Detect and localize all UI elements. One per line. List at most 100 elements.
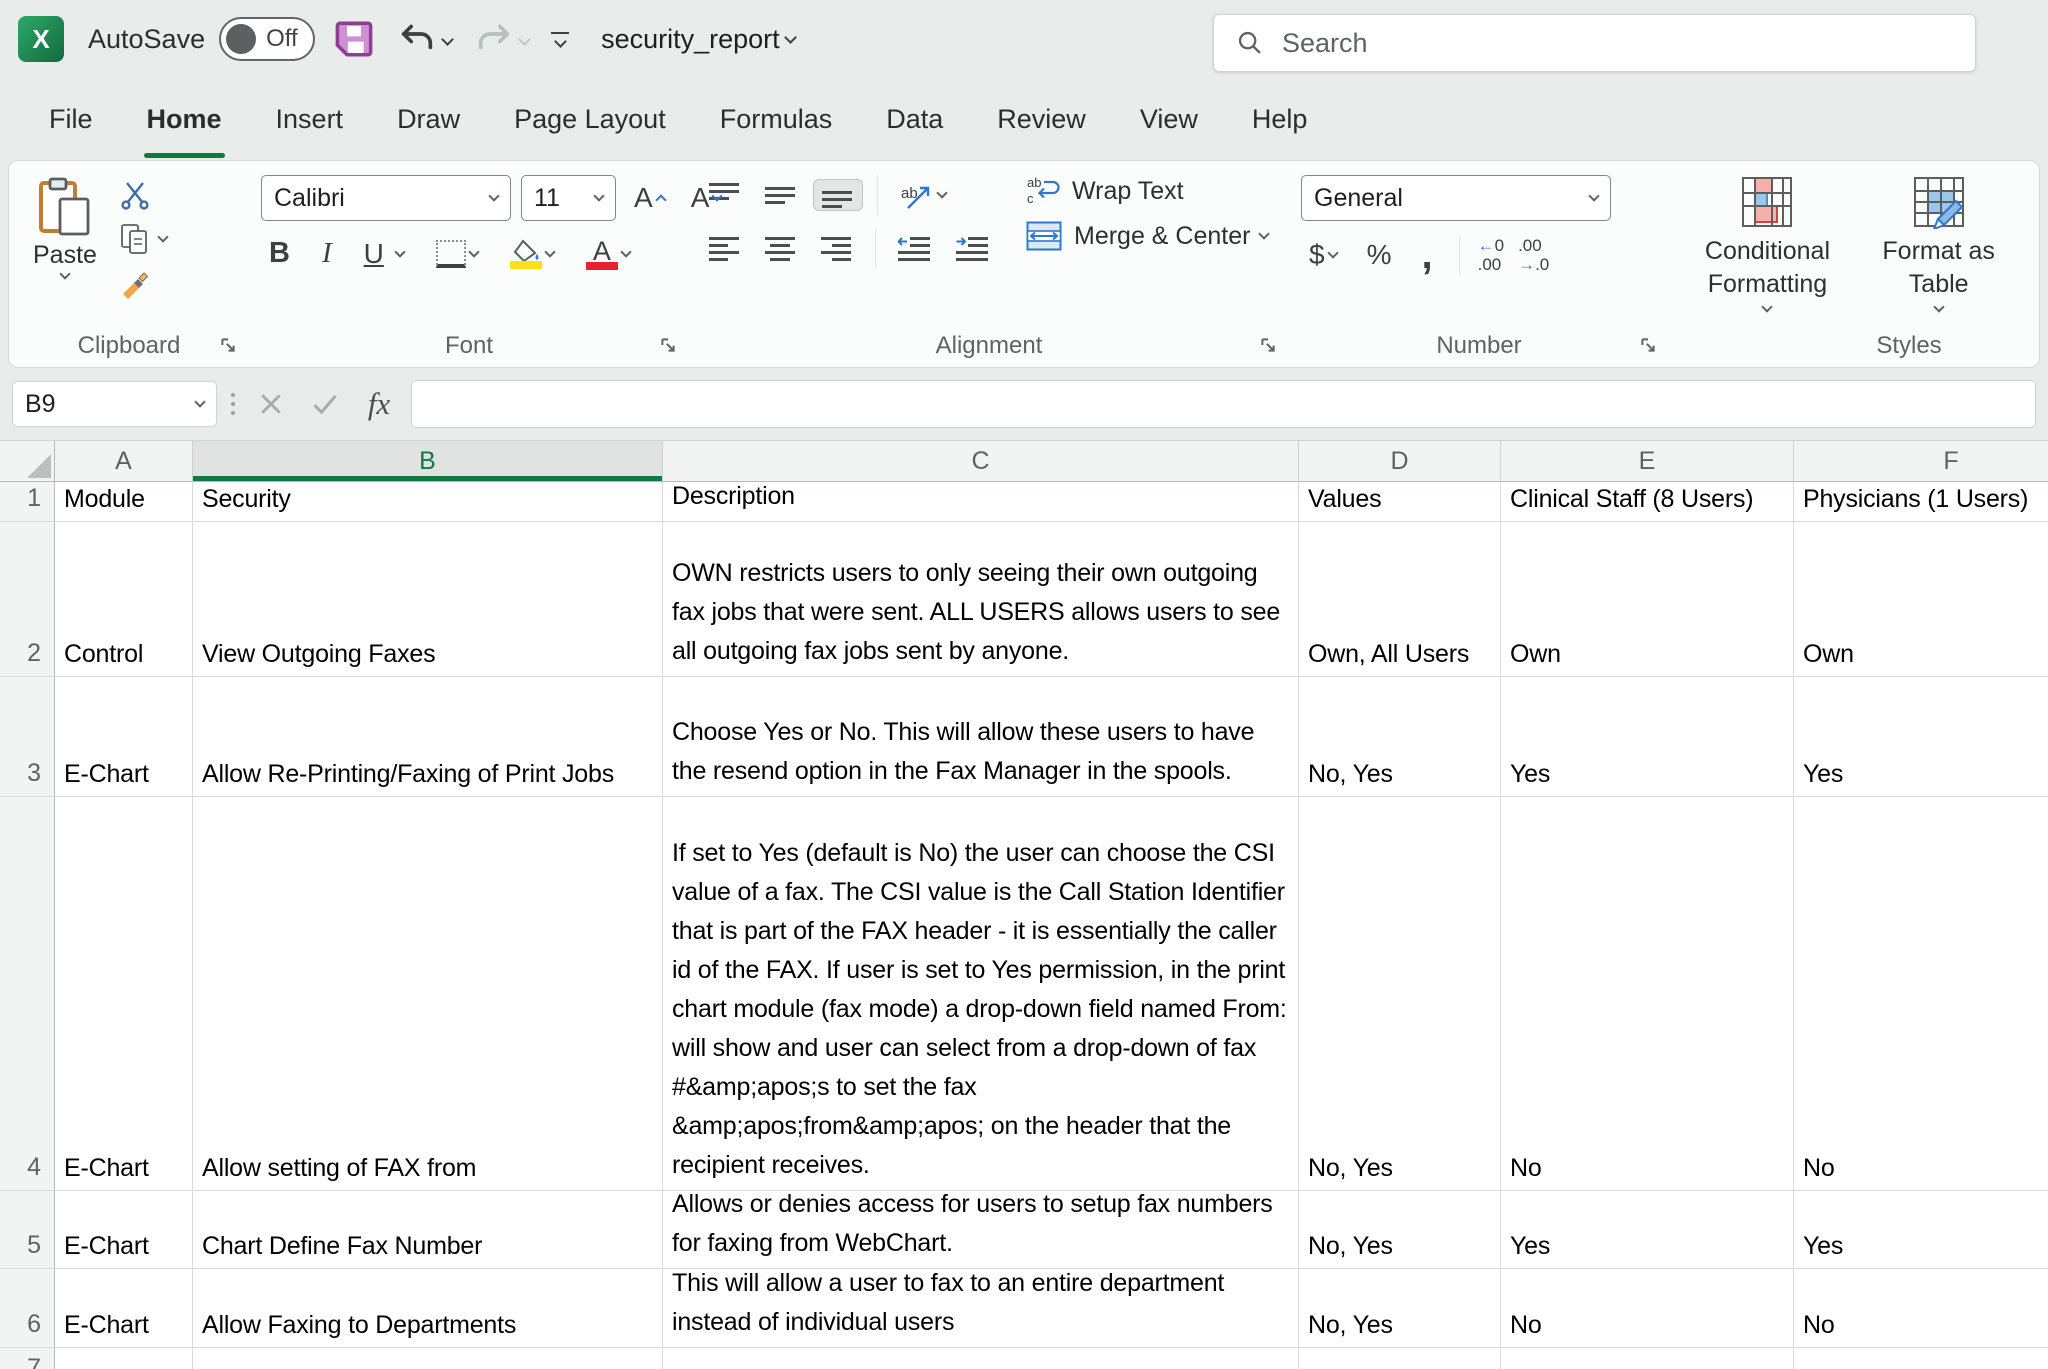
workbook-title[interactable]: security_report bbox=[601, 24, 795, 55]
number-dialog-launcher[interactable] bbox=[1639, 336, 1657, 357]
underline-button[interactable]: U bbox=[356, 236, 412, 272]
cell-E1[interactable]: Clinical Staff (8 Users) bbox=[1501, 482, 1794, 522]
search-input[interactable]: Search bbox=[1213, 14, 1976, 72]
cell-C4[interactable]: If set to Yes (default is No) the user c… bbox=[663, 797, 1299, 1191]
borders-button[interactable] bbox=[428, 238, 486, 270]
column-header-B[interactable]: B bbox=[193, 441, 663, 482]
autosave-toggle[interactable]: Off bbox=[219, 17, 315, 61]
copy-button[interactable] bbox=[119, 223, 167, 255]
tab-formulas[interactable]: Formulas bbox=[693, 78, 860, 160]
cell-D4[interactable]: No, Yes bbox=[1299, 797, 1501, 1191]
save-button[interactable] bbox=[329, 14, 379, 64]
font-dialog-launcher[interactable] bbox=[659, 336, 677, 357]
row-header-6[interactable]: 6 bbox=[0, 1269, 55, 1348]
align-top-button[interactable] bbox=[701, 180, 749, 210]
enter-button[interactable] bbox=[303, 382, 347, 426]
cell-A6[interactable]: E-Chart bbox=[55, 1269, 193, 1348]
increase-font-size-button[interactable]: A bbox=[626, 180, 673, 216]
align-right-button[interactable] bbox=[813, 234, 861, 264]
cell-C3[interactable]: Choose Yes or No. This will allow these … bbox=[663, 677, 1299, 797]
tab-page-layout[interactable]: Page Layout bbox=[487, 78, 693, 160]
tab-help[interactable]: Help bbox=[1225, 78, 1335, 160]
format-painter-button[interactable] bbox=[119, 267, 167, 299]
cell-B3[interactable]: Allow Re-Printing/Faxing of Print Jobs bbox=[193, 677, 663, 797]
cell-A2[interactable]: Control bbox=[55, 522, 193, 677]
cell-B4[interactable]: Allow setting of FAX from bbox=[193, 797, 663, 1191]
row-header-1[interactable]: 1 bbox=[0, 482, 55, 522]
cell-D1[interactable]: Values bbox=[1299, 482, 1501, 522]
cell-F3[interactable]: Yes bbox=[1794, 677, 2048, 797]
increase-indent-button[interactable] bbox=[948, 234, 998, 264]
cell-E3[interactable]: Yes bbox=[1501, 677, 1794, 797]
bold-button[interactable]: B bbox=[261, 235, 298, 272]
decrease-decimal-button[interactable]: .00→.0 bbox=[1518, 236, 1549, 274]
cell-A1[interactable]: Module bbox=[55, 482, 193, 522]
row-header-3[interactable]: 3 bbox=[0, 677, 55, 797]
wrap-text-button[interactable]: ab c Wrap Text bbox=[1026, 175, 1268, 207]
italic-button[interactable]: I bbox=[314, 235, 340, 272]
align-middle-button[interactable] bbox=[757, 180, 805, 210]
orientation-button[interactable]: ab bbox=[892, 178, 954, 212]
formula-input[interactable] bbox=[411, 380, 2036, 428]
number-format-select[interactable]: General bbox=[1301, 175, 1611, 221]
cell-F4[interactable]: No bbox=[1794, 797, 2048, 1191]
cell-F2[interactable]: Own bbox=[1794, 522, 2048, 677]
cell-A4[interactable]: E-Chart bbox=[55, 797, 193, 1191]
tab-data[interactable]: Data bbox=[859, 78, 970, 160]
cell-B1[interactable]: Security bbox=[193, 482, 663, 522]
cut-button[interactable] bbox=[119, 179, 167, 211]
cell-B5[interactable]: Chart Define Fax Number bbox=[193, 1191, 663, 1269]
quick-access-overflow-button[interactable] bbox=[547, 28, 573, 51]
row-header-4[interactable]: 4 bbox=[0, 797, 55, 1191]
cell-D7[interactable] bbox=[1299, 1348, 1501, 1369]
increase-decimal-button[interactable]: ←0.00 bbox=[1478, 236, 1504, 274]
cell-C5[interactable]: Allows or denies access for users to set… bbox=[663, 1191, 1299, 1269]
cancel-button[interactable] bbox=[249, 382, 293, 426]
cell-D6[interactable]: No, Yes bbox=[1299, 1269, 1501, 1348]
cell-E5[interactable]: Yes bbox=[1501, 1191, 1794, 1269]
row-header-7[interactable]: 7 bbox=[0, 1348, 55, 1369]
cell-C6[interactable]: This will allow a user to fax to an enti… bbox=[663, 1269, 1299, 1348]
tab-view[interactable]: View bbox=[1113, 78, 1225, 160]
comma-style-button[interactable]: , bbox=[1413, 243, 1440, 267]
cell-B6[interactable]: Allow Faxing to Departments bbox=[193, 1269, 663, 1348]
merge-center-button[interactable]: Merge & Center bbox=[1026, 221, 1268, 251]
cell-B2[interactable]: View Outgoing Faxes bbox=[193, 522, 663, 677]
align-center-button[interactable] bbox=[757, 234, 805, 264]
align-bottom-button[interactable] bbox=[813, 179, 863, 211]
formula-bar-grip-icon[interactable] bbox=[227, 393, 239, 415]
column-header-F[interactable]: F bbox=[1794, 441, 2048, 482]
name-box[interactable]: B9 bbox=[12, 381, 217, 427]
cell-D3[interactable]: No, Yes bbox=[1299, 677, 1501, 797]
insert-function-button[interactable]: fx bbox=[357, 382, 401, 426]
conditional-formatting-button[interactable]: Conditional Formatting bbox=[1681, 171, 1854, 327]
cell-C1[interactable]: Description bbox=[663, 482, 1299, 522]
select-all-corner[interactable] bbox=[0, 441, 55, 482]
row-header-2[interactable]: 2 bbox=[0, 522, 55, 677]
font-color-button[interactable]: A bbox=[578, 236, 638, 272]
alignment-dialog-launcher[interactable] bbox=[1259, 336, 1277, 357]
redo-button[interactable] bbox=[470, 15, 533, 63]
column-header-D[interactable]: D bbox=[1299, 441, 1501, 482]
format-as-table-button[interactable]: Format as Table bbox=[1860, 171, 2018, 327]
cell-C7[interactable] bbox=[663, 1348, 1299, 1369]
cell-F5[interactable]: Yes bbox=[1794, 1191, 2048, 1269]
cell-A3[interactable]: E-Chart bbox=[55, 677, 193, 797]
align-left-button[interactable] bbox=[701, 234, 749, 264]
clipboard-dialog-launcher[interactable] bbox=[219, 336, 237, 357]
cell-F7[interactable] bbox=[1794, 1348, 2048, 1369]
cell-A5[interactable]: E-Chart bbox=[55, 1191, 193, 1269]
font-name-select[interactable]: Calibri bbox=[261, 175, 511, 221]
cell-styles-button[interactable]: Cell Styles bbox=[2023, 171, 2040, 327]
cell-B7[interactable] bbox=[193, 1348, 663, 1369]
excel-app-icon[interactable]: X bbox=[18, 16, 64, 62]
decrease-indent-button[interactable] bbox=[890, 234, 940, 264]
cell-D2[interactable]: Own, All Users bbox=[1299, 522, 1501, 677]
column-header-E[interactable]: E bbox=[1501, 441, 1794, 482]
paste-button[interactable]: Paste bbox=[21, 171, 109, 327]
tab-review[interactable]: Review bbox=[970, 78, 1113, 160]
row-header-5[interactable]: 5 bbox=[0, 1191, 55, 1269]
cell-E7[interactable] bbox=[1501, 1348, 1794, 1369]
font-size-select[interactable]: 11 bbox=[521, 175, 616, 221]
percent-style-button[interactable]: % bbox=[1359, 237, 1400, 273]
